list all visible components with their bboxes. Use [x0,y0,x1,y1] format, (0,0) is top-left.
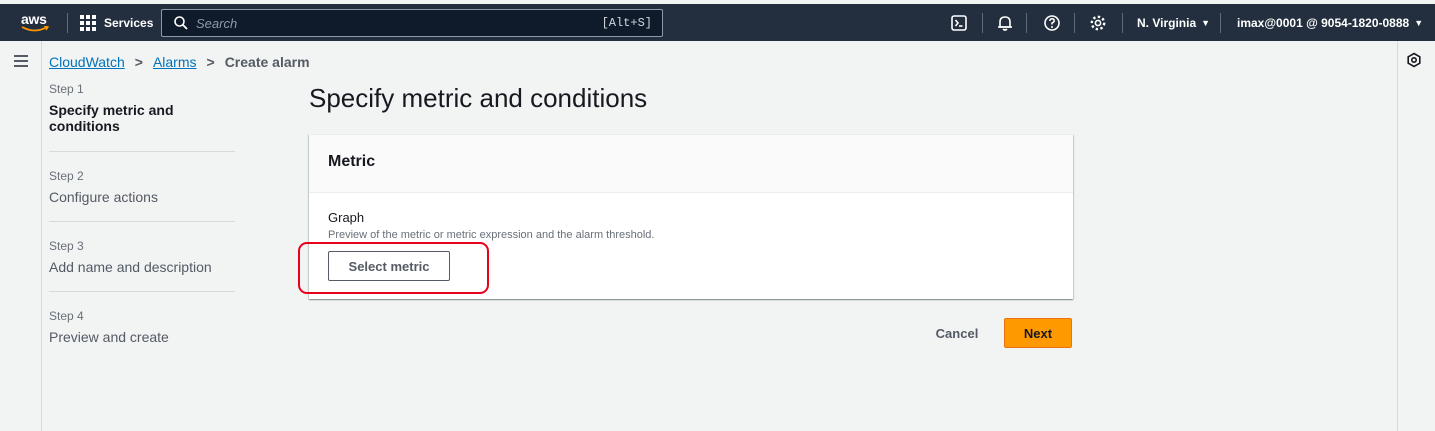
step-number: Step 3 [49,239,84,253]
step-number: Step 4 [49,309,84,323]
next-button[interactable]: Next [1004,318,1072,348]
account-label: imax@0001 @ 9054-1820-0888 [1237,16,1410,30]
breadcrumb-current: Create alarm [224,54,310,70]
gear-icon[interactable] [1089,14,1107,32]
caret-down-icon: ▼ [1201,18,1211,28]
chevron-right-icon: > [206,54,215,70]
step-number: Step 1 [49,82,84,96]
highlight-annotation [298,242,489,294]
step-label: Specify metric and conditions [49,102,174,134]
services-menu-button[interactable]: Services [80,12,153,34]
bell-icon[interactable] [996,14,1014,32]
graph-description: Preview of the metric or metric expressi… [328,229,655,241]
info-panel-icon[interactable] [1406,52,1422,68]
wizard-step-1[interactable]: Step 1 Specify metric and conditions [49,82,235,152]
breadcrumb-link-alarms[interactable]: Alarms [153,54,197,70]
region-label: N. Virginia [1137,16,1197,30]
breadcrumb: CloudWatch > Alarms > Create alarm [49,54,310,70]
hamburger-menu-icon[interactable] [14,55,28,67]
wizard-step-2[interactable]: Step 2 Configure actions [49,152,235,222]
page-title: Specify metric and conditions [309,83,648,113]
left-panel-divider [41,41,42,431]
account-menu[interactable]: imax@0001 @ 9054-1820-0888 ▼ [1237,16,1423,30]
search-icon [174,16,188,30]
top-navigation-bar: aws Services Search [Alt+S] N. Virginia … [0,4,1435,41]
region-selector[interactable]: N. Virginia ▼ [1137,16,1210,30]
smile-icon [21,26,49,32]
step-label: Add name and description [49,259,212,275]
cancel-button[interactable]: Cancel [922,318,992,348]
nav-divider [1122,13,1123,33]
wizard-step-3[interactable]: Step 3 Add name and description [49,222,235,292]
services-label: Services [104,16,154,30]
step-number: Step 2 [49,169,84,183]
help-icon[interactable] [1043,14,1061,32]
caret-down-icon: ▼ [1414,18,1424,28]
wizard-steps: Step 1 Specify metric and conditions Ste… [49,82,235,362]
step-label: Configure actions [49,189,158,205]
nav-divider [1220,13,1221,33]
search-placeholder: Search [196,15,238,31]
wizard-step-4[interactable]: Step 4 Preview and create [49,292,235,362]
grid-icon [80,15,96,31]
cloudshell-icon[interactable] [950,14,968,32]
nav-divider [1074,13,1075,33]
nav-divider [67,13,68,33]
search-input[interactable]: Search [Alt+S] [161,9,663,37]
aws-logo[interactable]: aws [21,11,51,35]
nav-divider [1026,13,1027,33]
card-title: Metric [328,153,376,170]
step-label: Preview and create [49,329,169,345]
card-header: Metric [309,135,1073,193]
right-panel-divider [1397,41,1398,431]
graph-label: Graph [328,210,365,225]
nav-divider [982,13,983,33]
chevron-right-icon: > [134,54,143,70]
aws-logo-text: aws [21,11,47,27]
breadcrumb-link-cloudwatch[interactable]: CloudWatch [49,54,125,70]
search-shortcut: [Alt+S] [601,16,652,30]
